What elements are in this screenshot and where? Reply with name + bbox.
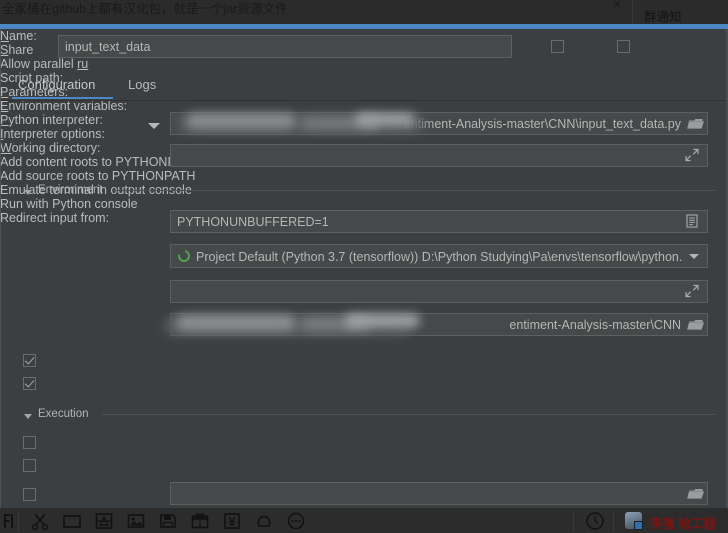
parameters-expand-icon[interactable] [684, 147, 705, 167]
redirect-input-folder-icon[interactable] [686, 484, 707, 504]
python-env-icon [175, 247, 193, 265]
screen-capture-icon[interactable] [94, 511, 114, 531]
save-disk-icon[interactable] [158, 511, 178, 531]
share-checkbox[interactable] [551, 40, 564, 53]
run-configuration-dialog: Name: input_text_data Share Allow parall… [0, 29, 728, 508]
chat-popup-title: 群通知 [644, 10, 682, 24]
working-directory-folder-icon[interactable] [686, 315, 707, 335]
environment-variables-label: Environment variables: [0, 99, 128, 113]
execution-triangle-down-icon[interactable] [24, 414, 32, 419]
gift-icon[interactable] [190, 511, 210, 531]
name-input-value: input_text_data [65, 40, 151, 54]
script-path-label: Script path: [0, 71, 64, 85]
taskbar-user-name: 李强 哈工程 [650, 517, 716, 531]
taskbar-divider [613, 510, 614, 531]
taskbar-divider [573, 510, 574, 531]
tab-configuration[interactable]: Configuration [18, 77, 95, 92]
redaction-blur [345, 314, 420, 327]
python-interpreter-combo[interactable]: Project Default (Python 3.7 (tensorflow)… [170, 244, 708, 268]
more-icon[interactable] [286, 511, 306, 531]
redaction-blur [355, 113, 415, 126]
popup-divider [632, 0, 633, 26]
screen: 全家桶在github上都有汉化包，就是一个jar资源文件 ✕ 群通知 Name:… [0, 0, 728, 533]
tabs-separator [0, 100, 728, 101]
taskbar-divider [18, 510, 19, 531]
allow-parallel-label: Allow parallel ru [0, 57, 89, 71]
parameters-input[interactable] [170, 144, 708, 167]
scissors-icon[interactable] [30, 511, 50, 531]
allow-parallel-checkbox[interactable] [617, 40, 630, 53]
environment-variables-list-edit-icon[interactable] [684, 213, 705, 233]
working-directory-value: entiment-Analysis-master\CNN [509, 318, 681, 332]
redaction-blur [176, 315, 296, 331]
redaction-blur [186, 113, 296, 129]
interpreter-options-expand-icon[interactable] [684, 283, 705, 303]
clock-icon[interactable] [585, 511, 605, 531]
environment-variables-value: PYTHONUNBUFFERED=1 [177, 215, 329, 229]
add-source-roots-label: Add source roots to PYTHONPATH [0, 169, 196, 183]
chat-popup-strip: 全家桶在github上都有汉化包，就是一个jar资源文件 ✕ 群通知 [0, 0, 728, 26]
environment-section-line [112, 190, 716, 191]
avatar[interactable] [625, 512, 643, 530]
execution-section-label: Execution [38, 408, 89, 420]
environment-variables-input[interactable]: PYTHONUNBUFFERED=1 [170, 210, 708, 233]
script-path-chevron-down-icon[interactable] [148, 123, 160, 129]
execution-section-line [102, 414, 716, 415]
folder-icon[interactable] [62, 511, 82, 531]
chat-popup-message: 全家桶在github上都有汉化包，就是一个jar资源文件 [2, 2, 288, 16]
python-interpreter-chevron-down-icon[interactable] [689, 254, 699, 259]
python-interpreter-value: Project Default (Python 3.7 (tensorflow)… [196, 250, 683, 264]
script-path-value: entiment-Analysis-master\CNN\input_text_… [403, 117, 681, 131]
avatar-status-dot [634, 521, 643, 530]
name-input[interactable]: input_text_data [58, 35, 512, 58]
run-with-console-label: Run with Python console [0, 197, 138, 211]
run-with-console-checkbox[interactable] [23, 459, 36, 472]
redirect-input-checkbox[interactable] [23, 488, 36, 501]
close-icon[interactable]: ✕ [612, 0, 622, 11]
interpreter-options-input[interactable] [170, 280, 708, 303]
bell-icon[interactable] [254, 511, 274, 531]
image-icon[interactable] [126, 511, 146, 531]
add-source-roots-checkbox[interactable] [23, 377, 36, 390]
redirect-input-path-input[interactable] [170, 482, 708, 505]
add-content-roots-checkbox[interactable] [23, 354, 36, 367]
screenshot-f-icon[interactable] [2, 511, 22, 531]
dialog-left-edge [0, 29, 1, 508]
taskbar: 李强 哈工程 [0, 508, 728, 533]
yen-icon[interactable] [222, 511, 242, 531]
emulate-terminal-checkbox[interactable] [23, 436, 36, 449]
environment-section-label: Environment [38, 184, 103, 196]
tab-configuration-indicator [12, 97, 113, 99]
environment-triangle-down-icon[interactable] [24, 190, 32, 195]
script-path-folder-icon[interactable] [686, 114, 707, 134]
tab-logs[interactable]: Logs [128, 77, 156, 92]
